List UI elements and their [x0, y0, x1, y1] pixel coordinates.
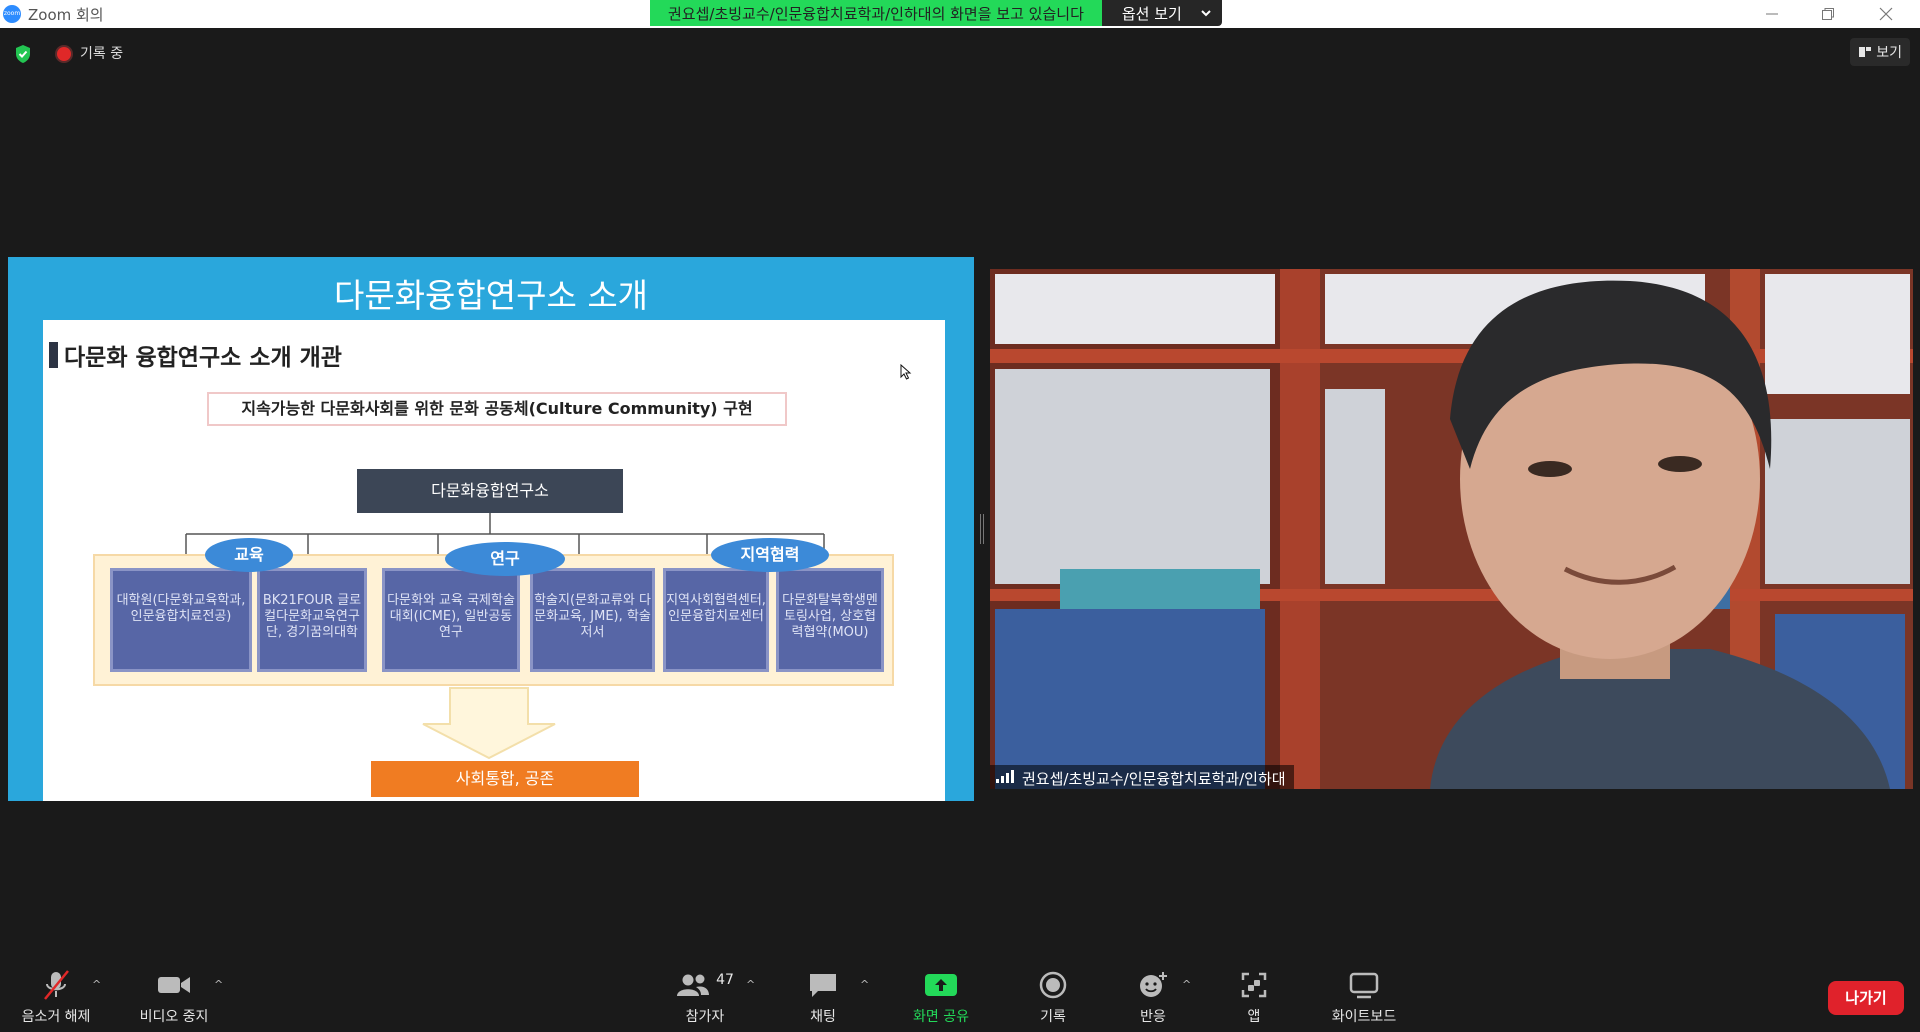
arrow-down-icon	[422, 687, 556, 760]
share-screen-label: 화면 공유	[913, 1009, 969, 1025]
slide-result: 사회통합, 공존	[371, 761, 639, 797]
apps-icon	[1241, 972, 1267, 998]
participants-options-caret-icon[interactable]: ^	[746, 978, 755, 991]
org-box: 지역사회협력센터, 인문융합치료센터	[663, 568, 769, 672]
chat-label: 채팅	[810, 1009, 836, 1025]
microphone-muted-icon	[44, 970, 69, 1000]
zoom-meeting-window: zoom Zoom 회의 권요셉/초빙교수/인문융합치료학과/인하대의 화면을 …	[0, 0, 1920, 1032]
video-frame	[990, 269, 1913, 789]
org-box: 학술지(문화교류와 다문화교육, JME), 학술저서	[530, 568, 655, 672]
participant-name-label: 권요셉/초빙교수/인문융합치료학과/인하대	[990, 765, 1294, 789]
recording-icon	[57, 47, 71, 61]
view-options-label: 옵션 보기	[1121, 5, 1182, 23]
leave-meeting-button[interactable]: 나가기	[1828, 981, 1904, 1015]
slide-title: 다문화융합연구소 소개	[333, 276, 649, 315]
reaction-smiley-icon	[1140, 972, 1167, 997]
share-banner-message: 권요셉/초빙교수/인문융합치료학과/인하대의 화면을 보고 있습니다	[650, 0, 1102, 26]
org-box: 다문화탈북학생멘토링사업, 상호협력협약(MOU)	[776, 568, 884, 672]
encryption-shield-icon[interactable]	[14, 44, 32, 64]
chat-button[interactable]: 채팅	[790, 960, 856, 1032]
restore-button[interactable]	[1800, 0, 1856, 28]
whiteboard-label: 화이트보드	[1331, 1009, 1397, 1025]
minimize-icon	[1766, 13, 1778, 15]
stop-video-button[interactable]: 비디오 중지	[132, 960, 216, 1032]
participants-button[interactable]: 47 참가자	[660, 960, 750, 1032]
chat-options-caret-icon[interactable]: ^	[860, 978, 869, 991]
view-button-label: 보기	[1876, 45, 1902, 61]
category-oval: 지역협력	[711, 538, 829, 572]
record-button[interactable]: 기록	[1020, 960, 1086, 1032]
chevron-down-icon	[1200, 3, 1212, 26]
view-options-button[interactable]: 옵션 보기	[1101, 0, 1222, 26]
window-title: Zoom 회의	[28, 6, 104, 24]
share-screen-icon	[925, 974, 957, 996]
chat-icon	[810, 974, 836, 997]
participants-label: 참가자	[685, 1009, 725, 1025]
org-box: 대학원(다문화교육학과, 인문융합치료전공)	[110, 568, 252, 672]
meeting-toolbar: 음소거 해제 ^ 비디오 중지 ^ 47 참가자 ^ 채팅 ^ 화면 공유 기록…	[0, 960, 1920, 1032]
org-box: BK21FOUR 글로컬다문화교육연구단, 경기꿈의대학	[257, 568, 367, 672]
video-camera-icon	[158, 977, 190, 993]
apps-button[interactable]: 앱	[1224, 960, 1284, 1032]
stop-video-label: 비디오 중지	[139, 1009, 209, 1025]
share-screen-button[interactable]: 화면 공유	[900, 960, 982, 1032]
share-banner: 권요셉/초빙교수/인문융합치료학과/인하대의 화면을 보고 있습니다 옵션 보기	[650, 0, 1222, 26]
record-label: 기록	[1040, 1009, 1066, 1025]
shared-screen: 다문화융합연구소 소개 다문화 융합연구소 소개 개관 지속가능한 다문화사회를…	[8, 257, 974, 801]
participant-count: 47	[716, 972, 734, 988]
reactions-button[interactable]: 반응	[1120, 960, 1186, 1032]
video-options-caret-icon[interactable]: ^	[214, 978, 223, 991]
apps-label: 앱	[1247, 1009, 1261, 1025]
minimize-button[interactable]	[1744, 0, 1800, 28]
unmute-button[interactable]: 음소거 해제	[16, 960, 96, 1032]
participant-video[interactable]	[990, 269, 1913, 789]
title-bar: zoom Zoom 회의 권요셉/초빙교수/인문융합치료학과/인하대의 화면을 …	[0, 0, 1920, 28]
view-layout-icon	[1859, 47, 1872, 57]
category-oval: 교육	[205, 538, 293, 572]
signal-strength-icon	[996, 770, 1014, 783]
close-icon	[1879, 7, 1893, 21]
splitter-handle[interactable]	[980, 514, 984, 544]
slide-content: 다문화 융합연구소 소개 개관 지속가능한 다문화사회를 위한 문화 공동체(C…	[43, 320, 945, 801]
reactions-options-caret-icon[interactable]: ^	[1182, 978, 1191, 991]
audio-options-caret-icon[interactable]: ^	[92, 978, 101, 991]
record-icon	[1039, 971, 1067, 999]
zoom-logo-icon: zoom	[3, 5, 21, 23]
close-button[interactable]	[1858, 0, 1914, 28]
view-button[interactable]: 보기	[1850, 38, 1910, 66]
org-root: 다문화융합연구소	[357, 469, 623, 513]
mouse-cursor-icon	[900, 364, 912, 380]
restore-icon	[1822, 8, 1834, 20]
unmute-label: 음소거 해제	[21, 1009, 91, 1025]
recording-status: 기록 중	[80, 46, 124, 62]
whiteboard-icon	[1349, 972, 1379, 999]
participants-icon	[677, 974, 710, 996]
org-box: 다문화와 교육 국제학술대회(ICME), 일반공동연구	[382, 568, 520, 672]
whiteboard-button[interactable]: 화이트보드	[1318, 960, 1410, 1032]
category-oval: 연구	[445, 542, 565, 576]
reactions-label: 반응	[1140, 1009, 1166, 1025]
